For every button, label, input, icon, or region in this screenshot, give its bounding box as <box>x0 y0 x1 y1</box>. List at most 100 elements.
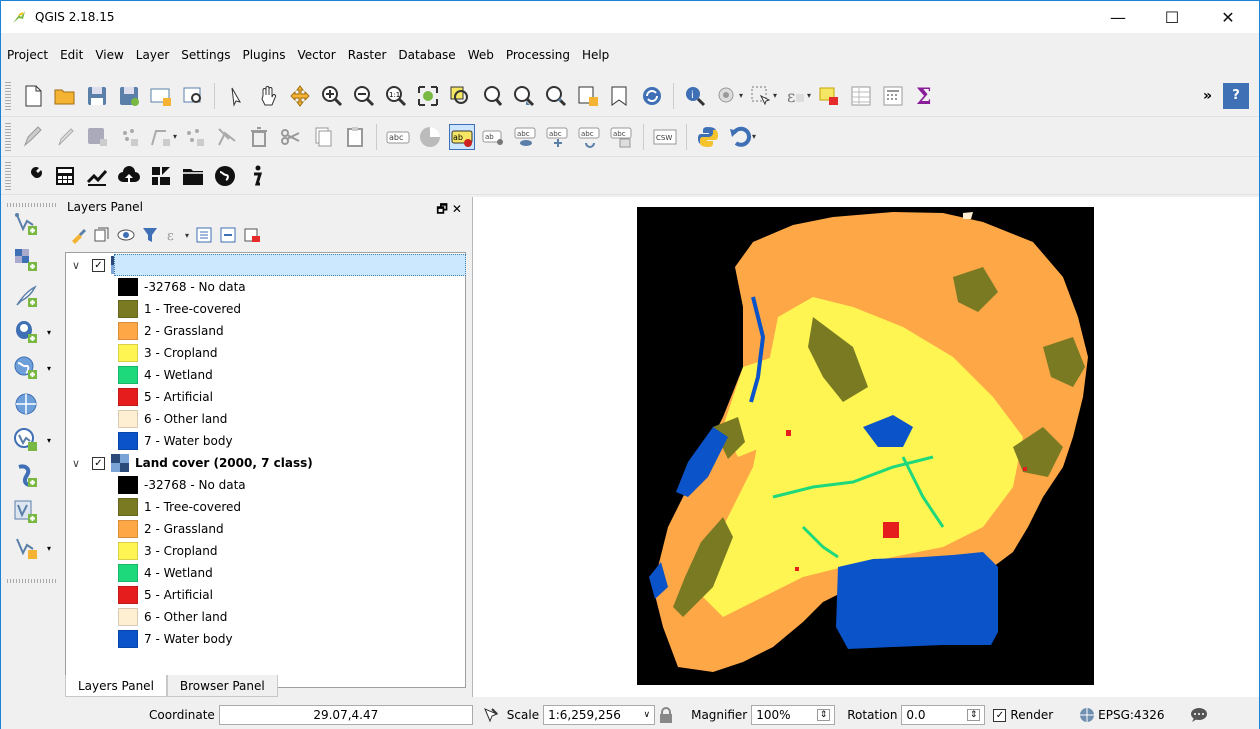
menu-web[interactable]: Web <box>462 48 500 62</box>
pin-labels-icon[interactable]: ab <box>481 124 507 150</box>
touch-zoom-icon[interactable] <box>223 83 249 109</box>
toolbar-overflow-button[interactable]: » <box>1203 88 1212 104</box>
delete-selected-icon[interactable] <box>214 124 240 150</box>
new-print-composer-icon[interactable] <box>148 83 174 109</box>
current-edits-icon[interactable] <box>20 124 46 150</box>
move-feature-icon[interactable] <box>148 124 174 150</box>
chevron-down-icon[interactable]: ∨ <box>72 259 86 272</box>
wrench-icon[interactable] <box>20 163 46 189</box>
add-raster-layer-icon[interactable] <box>11 245 41 275</box>
spinner-icon[interactable]: ⇕ <box>966 709 981 721</box>
composer-manager-icon[interactable] <box>180 83 206 109</box>
coordinate-field[interactable]: 29.07,4.47 <box>218 705 473 725</box>
zoom-to-layer-icon[interactable] <box>479 83 505 109</box>
crs-label[interactable]: EPSG:4326 <box>1098 708 1164 722</box>
add-postgis-layer-icon[interactable] <box>11 317 41 347</box>
filter-by-expression-icon[interactable]: ε <box>165 226 183 244</box>
menu-edit[interactable]: Edit <box>54 48 89 62</box>
menu-raster[interactable]: Raster <box>342 48 393 62</box>
undo-icon[interactable] <box>727 124 753 150</box>
expand-all-icon[interactable] <box>195 226 213 244</box>
chevron-down-icon[interactable]: ▾ <box>752 132 756 141</box>
mouse-pointer-icon[interactable] <box>483 707 499 723</box>
chevron-down-icon[interactable]: ▾ <box>47 328 51 337</box>
pan-map-icon[interactable] <box>255 83 281 109</box>
remove-layer-icon[interactable] <box>243 226 261 244</box>
highlight-pinned-labels-icon[interactable]: ab <box>449 123 476 150</box>
layer-labeling-icon[interactable]: abc <box>385 124 411 150</box>
scale-combobox[interactable]: 1:6,259,256 ∨ <box>543 705 656 725</box>
manage-map-themes-icon[interactable] <box>117 226 135 244</box>
run-feature-action-icon[interactable] <box>714 83 740 109</box>
add-wfs-layer-icon[interactable] <box>11 425 41 455</box>
chevron-down-icon[interactable]: ▾ <box>773 91 777 100</box>
chevron-down-icon[interactable]: ▾ <box>47 436 51 445</box>
cut-features-icon[interactable] <box>278 124 304 150</box>
help-icon[interactable]: ? <box>1223 82 1249 109</box>
menu-layer[interactable]: Layer <box>130 48 175 62</box>
paste-features-icon[interactable] <box>342 124 368 150</box>
crs-globe-icon[interactable] <box>1079 707 1095 723</box>
rotation-spinbox[interactable]: 0.0 ⇕ <box>901 705 986 725</box>
render-checkbox[interactable]: ✓ <box>993 708 1007 722</box>
node-tool-icon[interactable] <box>182 124 208 150</box>
layer-visibility-checkbox[interactable]: ✓ <box>92 258 105 272</box>
move-label-icon[interactable]: abc <box>545 124 571 150</box>
pan-to-selection-icon[interactable] <box>287 83 313 109</box>
chevron-down-icon[interactable]: ▾ <box>47 544 51 553</box>
globe-icon[interactable] <box>212 163 238 189</box>
spinner-icon[interactable]: ⇕ <box>816 709 831 721</box>
menu-help[interactable]: Help <box>576 48 615 62</box>
add-wcs-layer-icon[interactable] <box>11 389 41 419</box>
add-group-icon[interactable] <box>93 226 111 244</box>
change-label-icon[interactable]: abc <box>609 124 635 150</box>
chevron-down-icon[interactable]: ▾ <box>47 364 51 373</box>
calculator-icon[interactable] <box>52 163 78 189</box>
add-virtual-layer-icon[interactable] <box>11 497 41 527</box>
deselect-features-icon[interactable] <box>816 83 842 109</box>
lock-icon[interactable] <box>659 707 673 723</box>
magnifier-spinbox[interactable]: 100% ⇕ <box>751 705 836 725</box>
toolbar-grip[interactable] <box>5 161 11 190</box>
select-features-icon[interactable] <box>748 83 774 109</box>
refresh-icon[interactable] <box>639 83 665 109</box>
style-manager-icon[interactable] <box>69 226 87 244</box>
close-button[interactable]: ✕ <box>1205 1 1251 33</box>
messages-icon[interactable] <box>1190 707 1208 723</box>
menu-vector[interactable]: Vector <box>291 48 341 62</box>
add-feature-icon[interactable] <box>116 124 142 150</box>
menu-settings[interactable]: Settings <box>175 48 236 62</box>
zoom-next-icon[interactable] <box>543 83 569 109</box>
menu-view[interactable]: View <box>89 48 129 62</box>
folder-icon[interactable] <box>180 163 206 189</box>
add-delimited-text-layer-icon[interactable] <box>11 281 41 311</box>
zoom-to-selection-icon[interactable] <box>447 83 473 109</box>
panel-float-close-buttons[interactable]: 🗗 ✕ <box>436 200 462 221</box>
toolbar-grip[interactable] <box>7 203 57 207</box>
tab-browser-panel[interactable]: Browser Panel <box>166 675 278 697</box>
tab-layers-panel[interactable]: Layers Panel <box>65 675 167 697</box>
filter-legend-icon[interactable] <box>141 226 159 244</box>
maximize-button[interactable]: ☐ <box>1149 1 1195 33</box>
menu-project[interactable]: Project <box>1 48 54 62</box>
save-as-icon[interactable] <box>116 83 142 109</box>
show-hide-labels-icon[interactable]: abc <box>513 124 539 150</box>
metasearch-icon[interactable]: CSW <box>652 124 678 150</box>
collapse-all-icon[interactable] <box>219 226 237 244</box>
new-shapefile-layer-icon[interactable] <box>11 533 41 563</box>
toggle-editing-icon[interactable] <box>52 124 78 150</box>
menu-database[interactable]: Database <box>392 48 461 62</box>
layer-diagram-icon[interactable] <box>417 124 443 150</box>
copy-features-icon[interactable] <box>310 124 336 150</box>
chevron-down-icon[interactable]: ∨ <box>644 710 651 720</box>
save-layer-edits-icon[interactable] <box>84 124 110 150</box>
zoom-out-icon[interactable] <box>351 83 377 109</box>
toolbar-grip[interactable] <box>5 81 11 110</box>
new-bookmark-icon[interactable] <box>607 83 633 109</box>
select-by-expression-icon[interactable]: ε <box>782 83 808 109</box>
save-project-icon[interactable] <box>84 83 110 109</box>
chevron-down-icon[interactable]: ▾ <box>807 91 811 100</box>
identify-features-icon[interactable]: i <box>682 83 708 109</box>
trash-icon[interactable] <box>246 124 272 150</box>
zoom-last-icon[interactable] <box>511 83 537 109</box>
